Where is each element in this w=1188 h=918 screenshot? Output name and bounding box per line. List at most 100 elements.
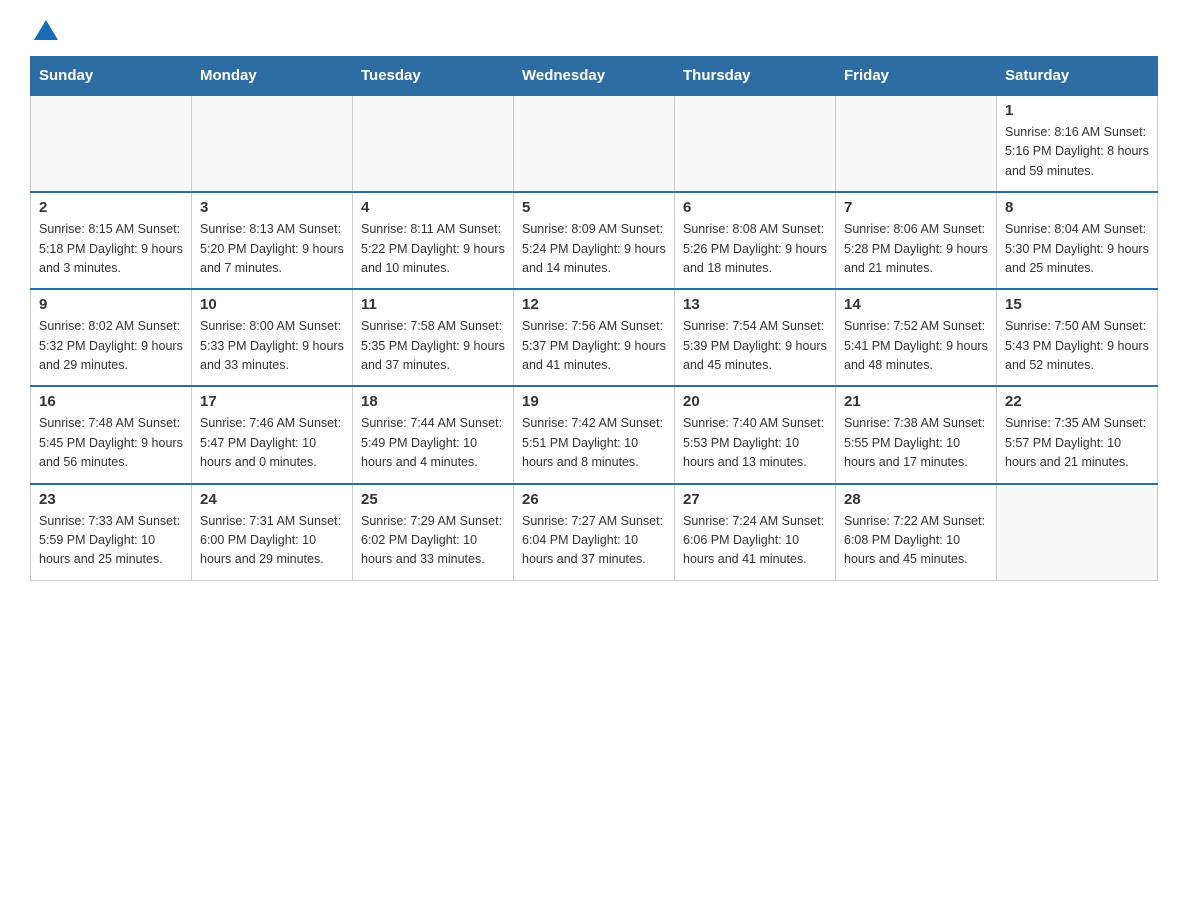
day-number: 19 — [522, 393, 666, 410]
header-monday: Monday — [192, 57, 353, 96]
day-info: Sunrise: 8:15 AM Sunset: 5:18 PM Dayligh… — [39, 220, 183, 278]
calendar-cell — [675, 95, 836, 192]
calendar-cell — [514, 95, 675, 192]
header-saturday: Saturday — [997, 57, 1158, 96]
calendar-cell: 12 Sunrise: 7:56 AM Sunset: 5:37 PM Dayli… — [514, 289, 675, 386]
calendar-cell: 14 Sunrise: 7:52 AM Sunset: 5:41 PM Dayli… — [836, 289, 997, 386]
calendar-cell: 23 Sunrise: 7:33 AM Sunset: 5:59 PM Dayli… — [31, 484, 192, 581]
day-number: 23 — [39, 491, 183, 508]
day-info: Sunrise: 7:22 AM Sunset: 6:08 PM Dayligh… — [844, 512, 988, 570]
calendar-cell: 17Sunrise: 7:46 AM Sunset: 5:47 PM Dayli… — [192, 386, 353, 483]
calendar-week-1: 1 Sunrise: 8:16 AM Sunset: 5:16 PM Daylig… — [31, 95, 1158, 192]
calendar-cell: 21 Sunrise: 7:38 AM Sunset: 5:55 PM Dayli… — [836, 386, 997, 483]
calendar-cell: 1 Sunrise: 8:16 AM Sunset: 5:16 PM Daylig… — [997, 95, 1158, 192]
day-number: 14 — [844, 296, 988, 313]
calendar-cell: 27 Sunrise: 7:24 AM Sunset: 6:06 PM Dayli… — [675, 484, 836, 581]
calendar-cell: 9 Sunrise: 8:02 AM Sunset: 5:32 PM Daylig… — [31, 289, 192, 386]
calendar-header-row: SundayMondayTuesdayWednesdayThursdayFrid… — [31, 57, 1158, 96]
calendar-cell — [31, 95, 192, 192]
day-info: Sunrise: 7:50 AM Sunset: 5:43 PM Dayligh… — [1005, 317, 1149, 375]
day-info: Sunrise: 7:48 AM Sunset: 5:45 PM Dayligh… — [39, 414, 183, 472]
day-number: 5 — [522, 199, 666, 216]
header-thursday: Thursday — [675, 57, 836, 96]
day-number: 11 — [361, 296, 505, 313]
day-number: 2 — [39, 199, 183, 216]
day-number: 16 — [39, 393, 183, 410]
day-info: Sunrise: 8:08 AM Sunset: 5:26 PM Dayligh… — [683, 220, 827, 278]
calendar-cell: 11Sunrise: 7:58 AM Sunset: 5:35 PM Dayli… — [353, 289, 514, 386]
day-number: 3 — [200, 199, 344, 216]
day-info: Sunrise: 8:02 AM Sunset: 5:32 PM Dayligh… — [39, 317, 183, 375]
day-info: Sunrise: 8:06 AM Sunset: 5:28 PM Dayligh… — [844, 220, 988, 278]
day-info: Sunrise: 7:40 AM Sunset: 5:53 PM Dayligh… — [683, 414, 827, 472]
calendar-cell — [836, 95, 997, 192]
calendar-cell: 18 Sunrise: 7:44 AM Sunset: 5:49 PM Dayli… — [353, 386, 514, 483]
day-number: 6 — [683, 199, 827, 216]
day-info: Sunrise: 7:38 AM Sunset: 5:55 PM Dayligh… — [844, 414, 988, 472]
day-number: 18 — [361, 393, 505, 410]
calendar-cell: 7Sunrise: 8:06 AM Sunset: 5:28 PM Daylig… — [836, 192, 997, 289]
header-wednesday: Wednesday — [514, 57, 675, 96]
calendar-cell: 15Sunrise: 7:50 AM Sunset: 5:43 PM Dayli… — [997, 289, 1158, 386]
day-info: Sunrise: 8:16 AM Sunset: 5:16 PM Dayligh… — [1005, 123, 1149, 181]
calendar-table: SundayMondayTuesdayWednesdayThursdayFrid… — [30, 56, 1158, 581]
day-info: Sunrise: 7:29 AM Sunset: 6:02 PM Dayligh… — [361, 512, 505, 570]
day-info: Sunrise: 7:27 AM Sunset: 6:04 PM Dayligh… — [522, 512, 666, 570]
day-info: Sunrise: 8:11 AM Sunset: 5:22 PM Dayligh… — [361, 220, 505, 278]
day-number: 22 — [1005, 393, 1149, 410]
calendar-cell: 19 Sunrise: 7:42 AM Sunset: 5:51 PM Dayli… — [514, 386, 675, 483]
day-number: 13 — [683, 296, 827, 313]
day-number: 4 — [361, 199, 505, 216]
day-number: 26 — [522, 491, 666, 508]
header-friday: Friday — [836, 57, 997, 96]
calendar-cell: 3 Sunrise: 8:13 AM Sunset: 5:20 PM Daylig… — [192, 192, 353, 289]
calendar-week-4: 16 Sunrise: 7:48 AM Sunset: 5:45 PM Dayli… — [31, 386, 1158, 483]
day-info: Sunrise: 8:04 AM Sunset: 5:30 PM Dayligh… — [1005, 220, 1149, 278]
day-info: Sunrise: 7:44 AM Sunset: 5:49 PM Dayligh… — [361, 414, 505, 472]
calendar-week-2: 2 Sunrise: 8:15 AM Sunset: 5:18 PM Daylig… — [31, 192, 1158, 289]
calendar-cell: 4 Sunrise: 8:11 AM Sunset: 5:22 PM Daylig… — [353, 192, 514, 289]
calendar-cell: 20 Sunrise: 7:40 AM Sunset: 5:53 PM Dayli… — [675, 386, 836, 483]
day-number: 24 — [200, 491, 344, 508]
day-info: Sunrise: 7:56 AM Sunset: 5:37 PM Dayligh… — [522, 317, 666, 375]
header-sunday: Sunday — [31, 57, 192, 96]
day-number: 27 — [683, 491, 827, 508]
calendar-cell: 16 Sunrise: 7:48 AM Sunset: 5:45 PM Dayli… — [31, 386, 192, 483]
day-number: 25 — [361, 491, 505, 508]
day-number: 12 — [522, 296, 666, 313]
calendar-cell: 25 Sunrise: 7:29 AM Sunset: 6:02 PM Dayli… — [353, 484, 514, 581]
day-info: Sunrise: 7:54 AM Sunset: 5:39 PM Dayligh… — [683, 317, 827, 375]
calendar-cell: 2 Sunrise: 8:15 AM Sunset: 5:18 PM Daylig… — [31, 192, 192, 289]
day-number: 8 — [1005, 199, 1149, 216]
calendar-week-3: 9 Sunrise: 8:02 AM Sunset: 5:32 PM Daylig… — [31, 289, 1158, 386]
day-info: Sunrise: 7:33 AM Sunset: 5:59 PM Dayligh… — [39, 512, 183, 570]
logo — [30, 20, 60, 46]
day-info: Sunrise: 7:35 AM Sunset: 5:57 PM Dayligh… — [1005, 414, 1149, 472]
logo-icon — [32, 18, 60, 46]
day-number: 20 — [683, 393, 827, 410]
day-number: 1 — [1005, 102, 1149, 119]
calendar-cell: 10Sunrise: 8:00 AM Sunset: 5:33 PM Dayli… — [192, 289, 353, 386]
calendar-cell — [192, 95, 353, 192]
day-number: 28 — [844, 491, 988, 508]
day-info: Sunrise: 8:13 AM Sunset: 5:20 PM Dayligh… — [200, 220, 344, 278]
calendar-cell: 22 Sunrise: 7:35 AM Sunset: 5:57 PM Dayli… — [997, 386, 1158, 483]
calendar-cell: 13 Sunrise: 7:54 AM Sunset: 5:39 PM Dayli… — [675, 289, 836, 386]
day-number: 21 — [844, 393, 988, 410]
day-info: Sunrise: 8:09 AM Sunset: 5:24 PM Dayligh… — [522, 220, 666, 278]
day-info: Sunrise: 7:52 AM Sunset: 5:41 PM Dayligh… — [844, 317, 988, 375]
calendar-cell: 5 Sunrise: 8:09 AM Sunset: 5:24 PM Daylig… — [514, 192, 675, 289]
day-number: 9 — [39, 296, 183, 313]
calendar-week-5: 23 Sunrise: 7:33 AM Sunset: 5:59 PM Dayli… — [31, 484, 1158, 581]
day-number: 17 — [200, 393, 344, 410]
calendar-cell — [353, 95, 514, 192]
calendar-cell: 26 Sunrise: 7:27 AM Sunset: 6:04 PM Dayli… — [514, 484, 675, 581]
day-info: Sunrise: 8:00 AM Sunset: 5:33 PM Dayligh… — [200, 317, 344, 375]
day-info: Sunrise: 7:24 AM Sunset: 6:06 PM Dayligh… — [683, 512, 827, 570]
calendar-cell: 6 Sunrise: 8:08 AM Sunset: 5:26 PM Daylig… — [675, 192, 836, 289]
calendar-cell — [997, 484, 1158, 581]
page-header — [30, 20, 1158, 46]
day-info: Sunrise: 7:42 AM Sunset: 5:51 PM Dayligh… — [522, 414, 666, 472]
day-info: Sunrise: 7:31 AM Sunset: 6:00 PM Dayligh… — [200, 512, 344, 570]
calendar-cell: 24 Sunrise: 7:31 AM Sunset: 6:00 PM Dayli… — [192, 484, 353, 581]
